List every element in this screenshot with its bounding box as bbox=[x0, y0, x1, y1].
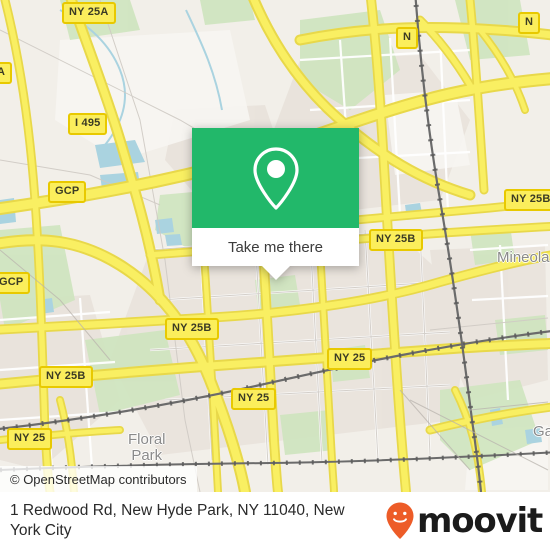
route-shield-ny-25b-center[interactable]: NY 25B bbox=[165, 318, 219, 340]
route-shield-ny-25b-right-edge[interactable]: NY 25B bbox=[504, 189, 550, 211]
route-shield-n-left[interactable]: N bbox=[396, 27, 419, 49]
moovit-map-screenshot: NY 25A A I 495 GCP GCP NY 25B NY 25B NY … bbox=[0, 0, 550, 550]
footer-bar: 1 Redwood Rd, New Hyde Park, NY 11040, N… bbox=[0, 492, 550, 550]
map-canvas[interactable]: NY 25A A I 495 GCP GCP NY 25B NY 25B NY … bbox=[0, 0, 550, 492]
route-shield-ny-25b-left[interactable]: NY 25B bbox=[39, 366, 93, 388]
address-text: 1 Redwood Rd, New Hyde Park, NY 11040, N… bbox=[10, 502, 345, 539]
route-shield-ny-25b-right-mid[interactable]: NY 25B bbox=[369, 229, 423, 251]
moovit-smiley-pin-icon bbox=[386, 502, 414, 539]
route-shield-ny-25-right[interactable]: NY 25 bbox=[327, 348, 373, 370]
moovit-logo[interactable]: moovit bbox=[385, 501, 543, 541]
route-shield-i-495[interactable]: I 495 bbox=[68, 113, 108, 135]
moovit-wordmark: moovit bbox=[416, 501, 543, 541]
route-shield-ny-25-bottomleft[interactable]: NY 25 bbox=[7, 428, 53, 450]
take-me-there-label: Take me there bbox=[227, 238, 324, 256]
popup-header bbox=[192, 128, 359, 228]
popup-pointer bbox=[261, 266, 290, 280]
place-label-floral-park: Floral Park bbox=[128, 431, 166, 464]
route-shield-n-right[interactable]: N bbox=[518, 12, 541, 34]
route-shield-ny-25-center[interactable]: NY 25 bbox=[231, 388, 277, 410]
route-shield-ny-25a-left-clipped[interactable]: A bbox=[0, 62, 13, 84]
map-pin-icon bbox=[252, 147, 299, 210]
place-label-garden-city-clipped: Ga bbox=[533, 423, 550, 440]
route-shield-gcp-lower-clipped[interactable]: GCP bbox=[0, 272, 31, 294]
route-shield-ny-25a-top[interactable]: NY 25A bbox=[62, 2, 116, 24]
attribution-text: © OpenStreetMap contributors bbox=[10, 471, 187, 487]
place-label-mineola: Mineola bbox=[497, 249, 550, 266]
map-attribution[interactable]: © OpenStreetMap contributors bbox=[0, 466, 197, 492]
location-popup-card[interactable]: Take me there bbox=[192, 128, 359, 280]
route-shield-gcp-upper[interactable]: GCP bbox=[48, 181, 87, 203]
popup-action-row[interactable]: Take me there bbox=[192, 228, 359, 266]
